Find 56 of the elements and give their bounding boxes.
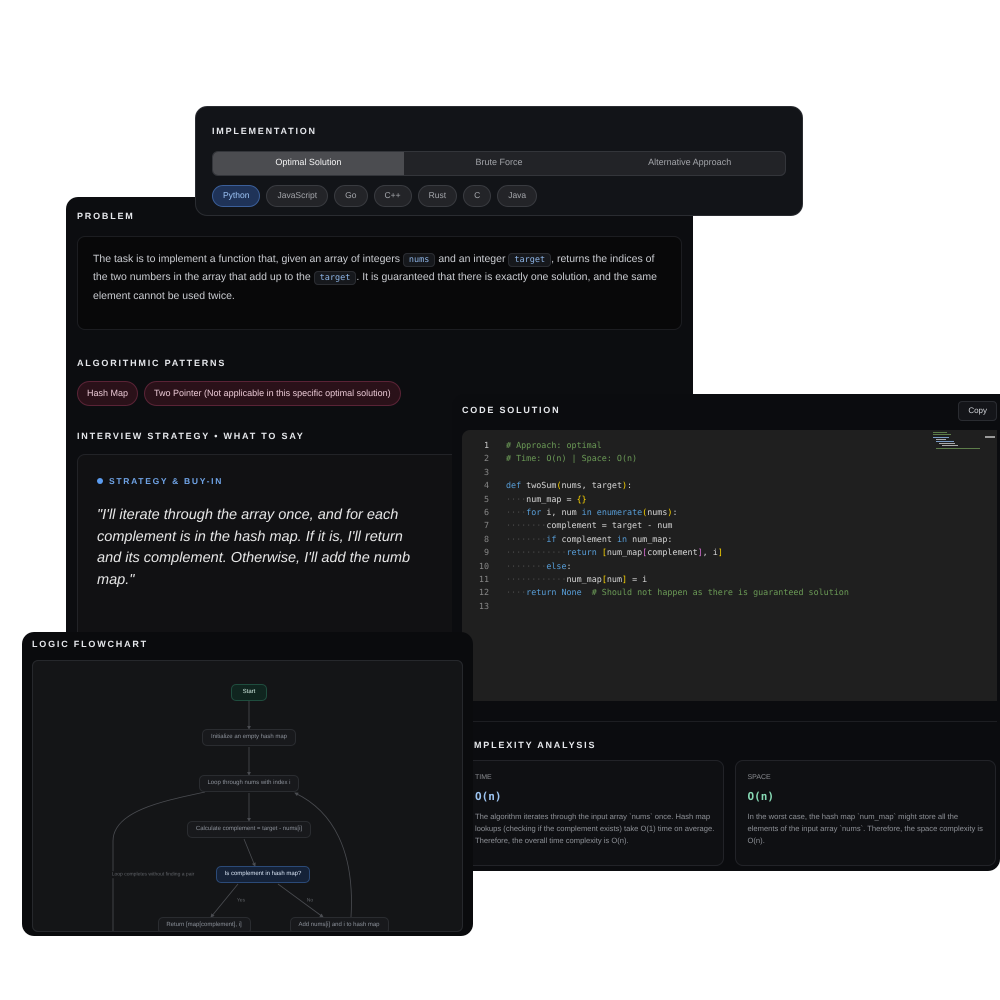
language-chip[interactable]: JavaScript xyxy=(266,184,328,206)
code-line: ············num_map[num] = i xyxy=(506,573,648,586)
section-title: PROBLEM xyxy=(77,210,136,223)
code-line: ····return None # Should not happen as there is guaranteed solution xyxy=(506,586,849,600)
complexity-value: O(n) xyxy=(475,789,502,805)
line-number: 13 xyxy=(478,600,489,613)
problem-text: The task is to implement a function that, given an array of integers nums and an integer target , returns the indices of the two numbers in the array that add up to the target . It is guaranteed that there is exactly one solution, and the same element cannot be used twice. xyxy=(93,252,658,304)
section-title: MPLEXITY ANALYSIS xyxy=(474,739,598,752)
code-line: # Time: O(n) | Space: O(n) xyxy=(506,452,638,466)
line-number: 6 xyxy=(482,506,489,520)
line-number: 1 xyxy=(482,439,489,452)
language-chip[interactable]: Java xyxy=(497,184,538,206)
flow-arrow xyxy=(210,883,238,918)
code-line: ········else: xyxy=(506,560,572,573)
copy-button[interactable]: Copy xyxy=(958,401,997,421)
code-line: ············return [num_map[complement], i] xyxy=(506,546,723,560)
section-title: ALGORITHMIC PATTERNS xyxy=(77,357,228,370)
language-chip[interactable]: C++ xyxy=(374,184,412,206)
code-line: ········complement = target - num xyxy=(506,519,672,532)
flow-arrow xyxy=(247,792,251,822)
line-number: 4 xyxy=(482,479,489,492)
section-title: IMPLEMENTATION xyxy=(212,125,318,138)
tab[interactable]: Optimal Solution xyxy=(213,152,404,174)
language-chip[interactable]: Python xyxy=(212,184,260,206)
strategy-quote: "I'll iterate through the array once, and for each complement is in the hash map. If it is, I'll return and its complement. Otherwise, I'll add the numb map." xyxy=(97,506,412,590)
pattern-tag: Hash Map xyxy=(77,380,138,406)
code-line: ········if complement in num_map: xyxy=(506,532,672,546)
strategy-label: STRATEGY & BUY-IN xyxy=(109,474,224,488)
line-number: 9 xyxy=(482,546,489,560)
language-chip[interactable]: C xyxy=(463,184,492,206)
pattern-tag: Two Pointer (Not applicable in this specific optimal solution) xyxy=(144,380,401,406)
tab[interactable]: Brute Force xyxy=(404,152,594,174)
line-number: 11 xyxy=(478,573,489,586)
line-number: 7 xyxy=(482,519,489,532)
line-number: 12 xyxy=(478,586,489,600)
code-line: # Approach: optimal xyxy=(506,439,602,452)
code-line: ····for i, num in enumerate(nums): xyxy=(506,506,678,520)
line-number: 5 xyxy=(482,492,489,506)
minimap-drawing xyxy=(933,432,981,450)
code-line: def twoSum(nums, target): xyxy=(506,479,632,492)
section-title: INTERVIEW STRATEGY • WHAT TO SAY xyxy=(77,430,306,443)
line-number: 10 xyxy=(478,560,489,573)
line-number: 8 xyxy=(482,532,489,546)
line-number: 3 xyxy=(482,466,489,479)
flow-arrow xyxy=(244,838,256,866)
line-number: 2 xyxy=(482,452,489,466)
complexity-value: O(n) xyxy=(748,789,775,805)
language-chip[interactable]: Rust xyxy=(418,184,458,206)
flow-arrow xyxy=(247,700,251,730)
language-chip[interactable]: Go xyxy=(334,184,368,206)
tab[interactable]: Alternative Approach xyxy=(594,152,785,174)
section-title: LOGIC FLOWCHART xyxy=(32,638,149,651)
scrollbar-thumb xyxy=(985,436,995,438)
flow-arrow xyxy=(247,746,251,776)
code-line: ····num_map = {} xyxy=(506,492,587,506)
section-title: CODE SOLUTION xyxy=(462,404,560,418)
